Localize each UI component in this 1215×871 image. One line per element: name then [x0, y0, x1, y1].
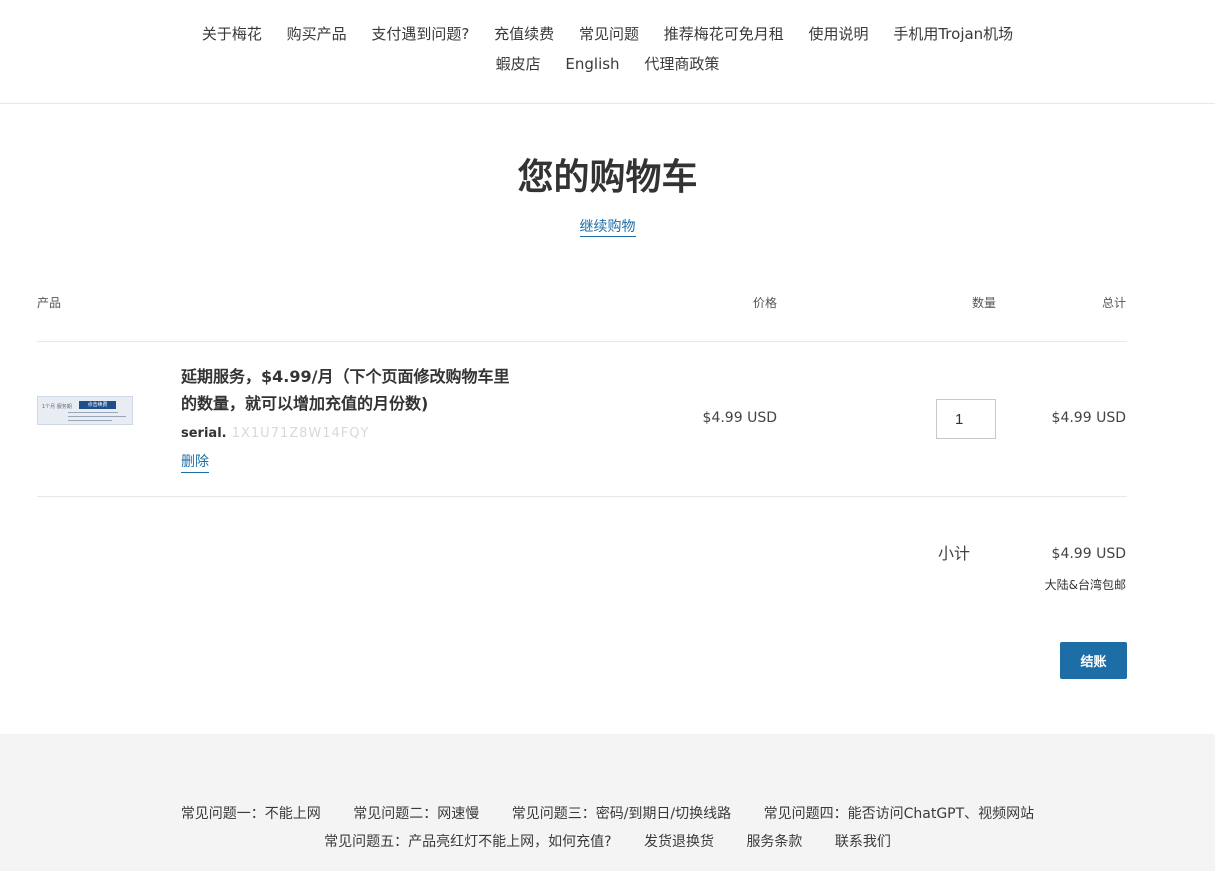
thumbnail-line	[68, 420, 112, 421]
site-header: 关于梅花 购买产品 支付遇到问题? 充值续费 常见问题 推荐梅花可免月租 使用说…	[0, 0, 1215, 104]
nav-instructions[interactable]: 使用说明	[809, 24, 869, 44]
column-header-quantity: 数量	[971, 296, 996, 310]
nav-agent-policy[interactable]: 代理商政策	[644, 54, 719, 74]
quantity-input[interactable]	[936, 399, 996, 439]
nav-buy-products[interactable]: 购买产品	[287, 24, 347, 44]
checkout-button[interactable]: 结账	[1060, 642, 1127, 679]
column-header-price: 价格	[752, 296, 777, 310]
site-footer: 常见问题一：不能上网 常见问题二：网速慢 常见问题三：密码/到期日/切换线路 常…	[0, 734, 1215, 871]
product-serial: serial. 1X1U71Z8W14FQY	[181, 425, 369, 443]
item-total: $4.99 USD	[1051, 410, 1126, 426]
subtotal-label: 小计	[938, 544, 971, 563]
thumbnail-line	[68, 416, 126, 417]
thumbnail-banner: 点击续费	[79, 401, 116, 409]
footer-faq-2[interactable]: 常见问题二：网速慢	[353, 805, 479, 823]
serial-value: 1X1U71Z8W14FQY	[226, 426, 370, 441]
nav-referral[interactable]: 推荐梅花可免月租	[664, 24, 784, 44]
nav-faq[interactable]: 常见问题	[579, 24, 639, 44]
footer-faq-5[interactable]: 常见问题五：产品亮红灯不能上网，如何充值?	[324, 833, 611, 851]
footer-links-row-2: 常见问题五：产品亮红灯不能上网，如何充值? 发货退换货 服务条款 联系我们	[0, 833, 1215, 851]
footer-faq-3[interactable]: 常见问题三：密码/到期日/切换线路	[512, 805, 731, 823]
nav-about[interactable]: 关于梅花	[202, 24, 262, 44]
nav-english[interactable]: English	[565, 54, 619, 74]
subtotal-value: $4.99 USD	[1051, 546, 1126, 562]
footer-links-row-1: 常见问题一：不能上网 常见问题二：网速慢 常见问题三：密码/到期日/切换线路 常…	[0, 805, 1215, 823]
continue-shopping-link[interactable]: 继续购物	[579, 219, 636, 237]
main-nav-row-2: 蝦皮店 English 代理商政策	[0, 54, 1215, 74]
product-thumbnail[interactable]: 1个月 服务期 点击续费	[37, 396, 133, 425]
footer-shipping-returns[interactable]: 发货退换货	[644, 833, 714, 851]
product-name[interactable]: 延期服务，$4.99/月（下个页面修改购物车里的数量，就可以增加充值的月份数)	[181, 363, 511, 417]
column-header-total: 总计	[1101, 296, 1126, 310]
thumbnail-line	[68, 412, 118, 413]
continue-shopping-wrapper: 继续购物	[0, 217, 1215, 237]
page-title: 您的购物车	[517, 157, 698, 198]
main-nav-row-1: 关于梅花 购买产品 支付遇到问题? 充值续费 常见问题 推荐梅花可免月租 使用说…	[0, 24, 1215, 44]
thumbnail-caption: 1个月 服务期	[42, 404, 72, 410]
footer-contact[interactable]: 联系我们	[835, 833, 891, 851]
nav-mobile-trojan[interactable]: 手机用Trojan机场	[893, 24, 1013, 44]
nav-payment-help[interactable]: 支付遇到问题?	[371, 24, 469, 44]
column-header-product: 产品	[37, 296, 62, 310]
footer-faq-1[interactable]: 常见问题一：不能上网	[181, 805, 321, 823]
serial-label: serial.	[181, 426, 227, 441]
divider	[37, 341, 1127, 342]
nav-recharge[interactable]: 充值续费	[494, 24, 554, 44]
item-price: $4.99 USD	[702, 410, 777, 426]
footer-faq-4[interactable]: 常见问题四：能否访问ChatGPT、视频网站	[764, 805, 1035, 823]
remove-item-link[interactable]: 删除	[181, 452, 209, 473]
divider	[37, 496, 1127, 497]
nav-shopee-store[interactable]: 蝦皮店	[496, 54, 541, 74]
footer-terms[interactable]: 服务条款	[746, 833, 802, 851]
shipping-note: 大陆&台湾包邮	[1044, 578, 1126, 592]
